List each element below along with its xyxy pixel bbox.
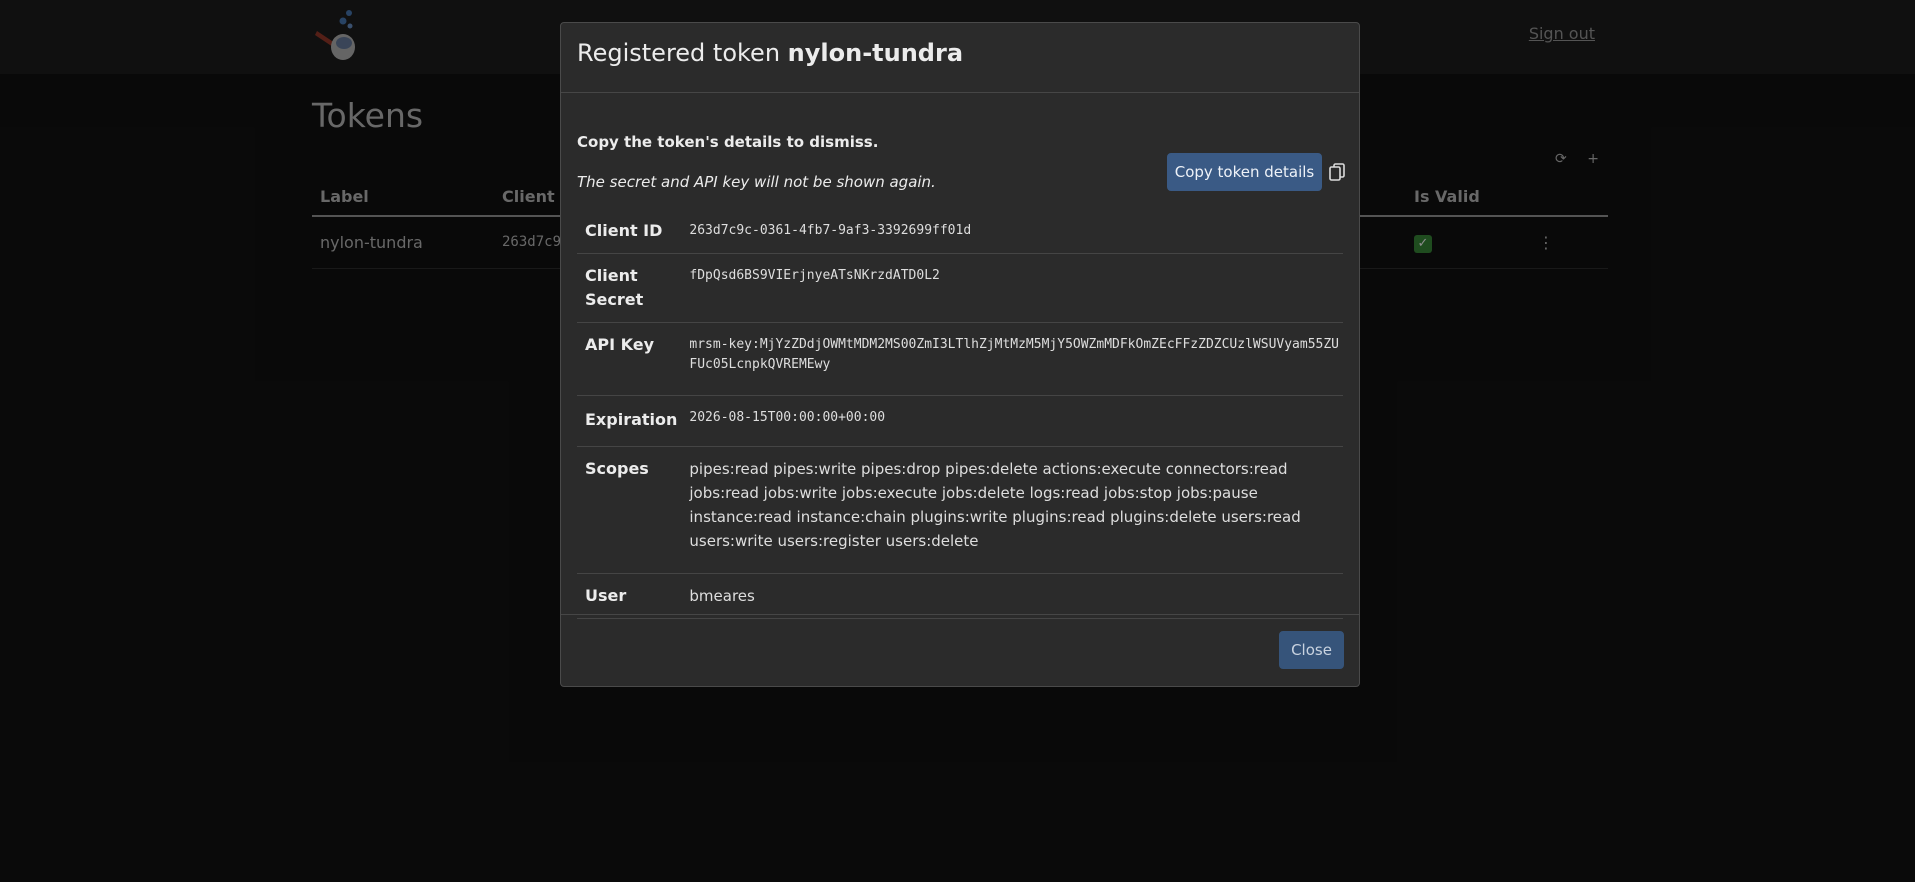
secret-warning-note: The secret and API key will not be shown… [577,173,936,191]
client-id-value: 263d7c9c-0361-4fb7-9af3-3392699ff01d [685,209,1343,254]
user-label: User [577,573,686,619]
user-value: bmeares [685,573,1343,619]
copy-token-details-button[interactable]: Copy token details [1167,153,1322,191]
client-secret-label: Client Secret [577,253,686,323]
scopes-label: Scopes [577,446,686,574]
detail-row-expiration: Expiration 2026-08-15T00:00:00+00:00 [577,395,1343,447]
modal-title: Registered token nylon-tundra [577,39,1343,67]
detail-row-api-key: API Key mrsm-key:MjYzZDdjOWMtMDM2MS00ZmI… [577,322,1343,396]
expiration-label: Expiration [577,395,686,447]
detail-row-client-id: Client ID 263d7c9c-0361-4fb7-9af3-339269… [577,209,1343,254]
client-secret-value: fDpQsd6BS9VIErjnyeATsNKrzdATD0L2 [685,253,1343,323]
expiration-value: 2026-08-15T00:00:00+00:00 [685,395,1343,447]
clipboard-icon[interactable] [1329,163,1345,181]
modal-title-prefix: Registered token [577,39,781,67]
detail-row-user: User bmeares [577,573,1343,619]
token-details-modal: Registered token nylon-tundra Copy the t… [560,22,1360,687]
modal-body: Copy the token's details to dismiss. The… [577,93,1345,638]
token-details-table: Client ID 263d7c9c-0361-4fb7-9af3-339269… [577,209,1343,619]
modal-footer: Close [561,614,1359,686]
client-id-label: Client ID [577,209,686,254]
scopes-value: pipes:read pipes:write pipes:drop pipes:… [685,446,1343,574]
api-key-label: API Key [577,322,686,396]
api-key-value: mrsm-key:MjYzZDdjOWMtMDM2MS00ZmI3LTlhZjM… [685,322,1343,396]
modal-token-name: nylon-tundra [787,39,964,67]
dismiss-message: Copy the token's details to dismiss. [577,133,879,151]
detail-row-client-secret: Client Secret fDpQsd6BS9VIErjnyeATsNKrzd… [577,253,1343,323]
close-button[interactable]: Close [1279,631,1344,669]
modal-header: Registered token nylon-tundra [561,23,1359,93]
detail-row-scopes: Scopes pipes:read pipes:write pipes:drop… [577,446,1343,574]
